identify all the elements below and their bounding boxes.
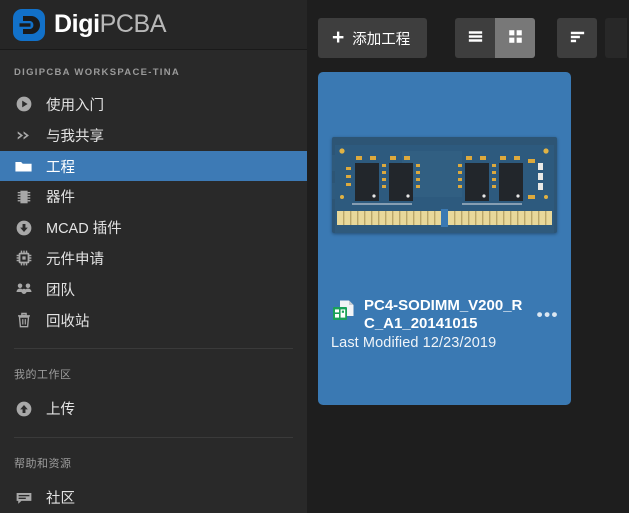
sidebar: DigiPCBA DIGIPCBA WORKSPACE-TINA 使用入门 与我… bbox=[0, 0, 307, 513]
sidebar-item-label: 器件 bbox=[46, 190, 75, 207]
sidebar-item-getting-started[interactable]: 使用入门 bbox=[0, 89, 307, 120]
sidebar-item-projects[interactable]: 工程 bbox=[0, 150, 307, 182]
main-content: + 添加工程 PC4-SODIMM_V200_RC_A1_20141015 ••… bbox=[307, 0, 629, 513]
plus-icon: + bbox=[332, 25, 345, 49]
sidebar-item-component-request[interactable]: 元件申请 bbox=[0, 243, 307, 274]
project-grid: PC4-SODIMM_V200_RC_A1_20141015 ••• Last … bbox=[307, 58, 629, 405]
more-options-icon[interactable]: ••• bbox=[537, 306, 559, 323]
comment-icon bbox=[14, 488, 33, 507]
view-mode-group bbox=[455, 18, 536, 58]
sidebar-item-mcad-plugin[interactable]: MCAD 插件 bbox=[0, 212, 307, 243]
sidebar-item-label: 使用入门 bbox=[46, 97, 104, 114]
project-thumbnail bbox=[318, 72, 571, 297]
pcb-document-icon bbox=[331, 299, 356, 324]
download-circle-icon bbox=[14, 218, 33, 237]
grid-view-button[interactable] bbox=[495, 18, 536, 58]
sidebar-item-recycle-bin[interactable]: 回收站 bbox=[0, 305, 307, 336]
team-icon bbox=[14, 280, 33, 299]
brand-header[interactable]: DigiPCBA bbox=[0, 0, 307, 51]
workspace-label: DIGIPCBA WORKSPACE-TINA bbox=[14, 67, 181, 79]
sidebar-item-label: 与我共享 bbox=[46, 128, 104, 145]
add-project-label: 添加工程 bbox=[352, 31, 411, 48]
digipcba-logo-icon bbox=[13, 8, 45, 41]
sidebar-item-upload[interactable]: 上传 bbox=[0, 393, 307, 424]
double-chevron-right-icon bbox=[14, 126, 33, 145]
grid-view-icon bbox=[506, 27, 525, 49]
sidebar-item-components[interactable]: 器件 bbox=[0, 181, 307, 212]
toolbar-overflow-button[interactable] bbox=[605, 18, 628, 58]
list-view-icon bbox=[466, 27, 485, 49]
sidebar-item-label: 社区 bbox=[46, 491, 75, 508]
sidebar-item-community[interactable]: 社区 bbox=[0, 482, 307, 513]
sidebar-item-team[interactable]: 团队 bbox=[0, 274, 307, 305]
list-view-button[interactable] bbox=[455, 18, 496, 58]
sort-button[interactable] bbox=[557, 18, 598, 58]
brand-title-light: PCBA bbox=[99, 10, 167, 39]
trash-icon bbox=[14, 311, 33, 330]
project-card[interactable]: PC4-SODIMM_V200_RC_A1_20141015 ••• Last … bbox=[318, 72, 571, 405]
sodimm-pcb-thumbnail bbox=[332, 136, 557, 233]
add-project-button[interactable]: + 添加工程 bbox=[318, 18, 428, 58]
upload-circle-icon bbox=[14, 399, 33, 418]
sidebar-item-label: 工程 bbox=[46, 159, 75, 176]
sidebar-item-shared-with-me[interactable]: 与我共享 bbox=[0, 120, 307, 151]
sidebar-item-label: MCAD 插件 bbox=[46, 221, 122, 238]
brand-title: DigiPCBA bbox=[54, 10, 167, 39]
project-card-subtitle: Last Modified 12/23/2019 bbox=[331, 335, 497, 352]
help-resources-label: 帮助和资源 bbox=[14, 458, 72, 471]
sidebar-item-label: 元件申请 bbox=[46, 251, 104, 268]
folder-icon bbox=[14, 157, 33, 176]
toolbar: + 添加工程 bbox=[307, 0, 629, 58]
my-workspace-label: 我的工作区 bbox=[14, 369, 72, 382]
app-root: DigiPCBA DIGIPCBA WORKSPACE-TINA 使用入门 与我… bbox=[0, 0, 629, 513]
cpu-icon bbox=[14, 249, 33, 268]
project-card-meta: PC4-SODIMM_V200_RC_A1_20141015 ••• bbox=[318, 297, 571, 332]
sidebar-item-label: 团队 bbox=[46, 282, 75, 299]
play-circle-icon bbox=[14, 95, 33, 114]
sidebar-item-label: 上传 bbox=[46, 402, 75, 419]
project-card-title: PC4-SODIMM_V200_RC_A1_20141015 bbox=[364, 297, 523, 332]
sidebar-item-label: 回收站 bbox=[46, 313, 90, 330]
sort-icon bbox=[568, 27, 587, 49]
brand-title-bold: Digi bbox=[54, 10, 100, 39]
ic-chip-icon bbox=[14, 187, 33, 206]
